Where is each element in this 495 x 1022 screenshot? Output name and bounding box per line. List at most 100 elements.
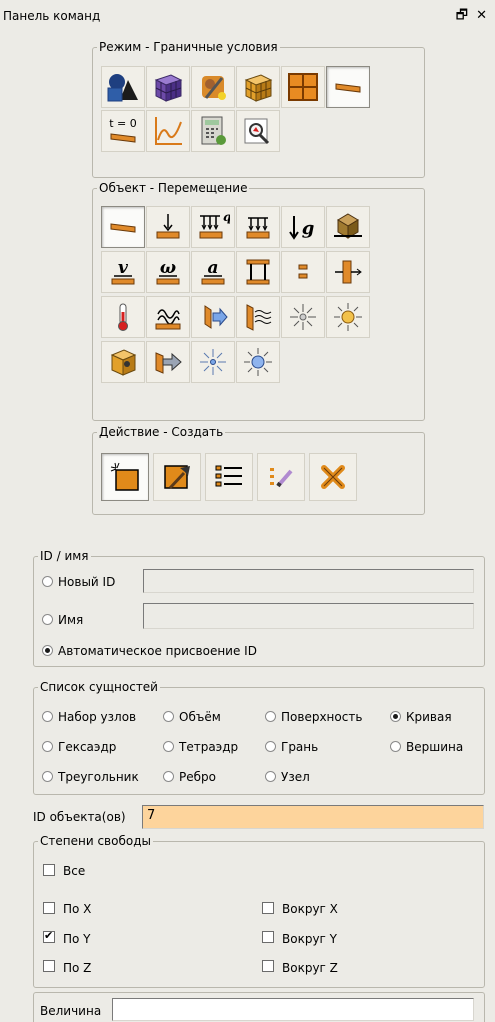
- object-centrifugal-button[interactable]: [326, 206, 370, 248]
- entity-face-radio[interactable]: [265, 741, 276, 752]
- mode-elements-button[interactable]: [236, 66, 280, 108]
- entity-volume-radio[interactable]: [163, 711, 174, 722]
- mode-group-legend: Режим - Граничные условия: [99, 40, 278, 54]
- object-heat-flux-button[interactable]: [191, 296, 235, 338]
- auto-id-label: Автоматическое присвоение ID: [58, 644, 257, 658]
- mode-material-button[interactable]: [191, 66, 235, 108]
- mode-grid-button[interactable]: [281, 66, 325, 108]
- entity-curve-radio[interactable]: [390, 711, 401, 722]
- name-field[interactable]: [143, 603, 474, 629]
- object-acceleration-button[interactable]: a: [191, 251, 235, 293]
- panel-title: Панель команд: [3, 9, 101, 23]
- object-angular-velocity-button[interactable]: ω: [146, 251, 190, 293]
- entity-tet-radio[interactable]: [163, 741, 174, 752]
- magnitude-label: Величина: [40, 1004, 102, 1018]
- centrifugal-icon: [334, 213, 362, 239]
- gravity-label: g: [302, 218, 315, 239]
- dof-all-checkbox[interactable]: [43, 864, 55, 876]
- action-group-legend: Действие - Создать: [99, 425, 224, 439]
- object-constraint-button[interactable]: [236, 251, 280, 293]
- mode-graph-button[interactable]: [146, 110, 190, 152]
- object-radiation-button[interactable]: [236, 296, 280, 338]
- boundary-conditions-icon: [335, 83, 361, 93]
- new-id-field[interactable]: [143, 569, 474, 593]
- dof-rot-z-checkbox[interactable]: [262, 960, 274, 972]
- entity-hex-radio[interactable]: [42, 741, 53, 752]
- acceleration-icon: a: [201, 258, 225, 285]
- delete-icon: [321, 465, 345, 489]
- magnitude-field[interactable]: [112, 998, 474, 1021]
- panel-window-controls[interactable]: 🗗 ✕: [456, 6, 489, 28]
- action-modify-button[interactable]: [257, 453, 305, 501]
- object-heat-source-button[interactable]: [281, 296, 325, 338]
- dof-y-label: По Y: [63, 932, 91, 946]
- temperature-icon: [118, 303, 128, 331]
- mode-geometry-button[interactable]: [101, 66, 145, 108]
- mode-initial-conditions-button[interactable]: t = 0: [101, 110, 145, 152]
- entity-edge-radio[interactable]: [163, 771, 174, 782]
- edit-icon: [164, 465, 190, 490]
- mode-mesh-button[interactable]: [146, 66, 190, 108]
- mode-boundary-conditions-button[interactable]: [326, 66, 370, 108]
- object-velocity-button[interactable]: v: [101, 251, 145, 293]
- object-point-generation-button[interactable]: [236, 341, 280, 383]
- dof-rot-x-checkbox[interactable]: [262, 902, 274, 914]
- initial-conditions-icon: t = 0: [109, 117, 137, 143]
- entity-node-label: Узел: [281, 770, 310, 784]
- entity-nodeset-radio[interactable]: [42, 711, 53, 722]
- object-pressure-button[interactable]: [236, 206, 280, 248]
- results-icon: [244, 118, 270, 145]
- entity-tet-label: Тетраэдр: [179, 740, 239, 754]
- object-surface-flux-button[interactable]: [146, 341, 190, 383]
- auto-id-radio[interactable]: [42, 645, 53, 656]
- dof-rot-y-checkbox[interactable]: [262, 931, 274, 943]
- object-volume-heat-button[interactable]: [101, 341, 145, 383]
- object-temperature-button[interactable]: [101, 296, 145, 338]
- graph-icon: [155, 117, 182, 145]
- object-distributed-load-button[interactable]: q: [191, 206, 235, 248]
- dof-y-checkbox[interactable]: [43, 929, 55, 943]
- action-edit-button[interactable]: [153, 453, 201, 501]
- dof-all-label: Все: [63, 864, 86, 878]
- object-point-source-button[interactable]: [191, 341, 235, 383]
- object-heat-generation-button[interactable]: [326, 296, 370, 338]
- convection-icon: [155, 309, 181, 330]
- object-group-legend: Объект - Перемещение: [99, 181, 248, 195]
- dof-x-checkbox[interactable]: [43, 902, 55, 914]
- point-generation-icon: [244, 348, 272, 376]
- mode-results-button[interactable]: [236, 110, 280, 152]
- object-ids-field[interactable]: 7: [142, 805, 484, 829]
- action-delete-button[interactable]: [309, 453, 357, 501]
- entity-surface-label: Поверхность: [281, 710, 363, 724]
- object-gravity-button[interactable]: g: [281, 206, 325, 248]
- heat-flux-icon: [204, 305, 228, 329]
- entity-volume-label: Объём: [179, 710, 221, 724]
- entity-node-radio[interactable]: [265, 771, 276, 782]
- object-contact-button[interactable]: [281, 251, 325, 293]
- surface-flux-icon: [155, 352, 182, 374]
- list-icon: [215, 465, 242, 487]
- dof-z-checkbox[interactable]: [43, 960, 55, 972]
- dof-rot-z-label: Вокруг Z: [282, 961, 338, 975]
- material-icon: [202, 76, 226, 100]
- entity-tri-radio[interactable]: [42, 771, 53, 782]
- name-radio[interactable]: [42, 614, 53, 625]
- object-force-button[interactable]: [146, 206, 190, 248]
- mode-calculator-button[interactable]: [191, 110, 235, 152]
- object-convection-button[interactable]: [146, 296, 190, 338]
- action-list-button[interactable]: [205, 453, 253, 501]
- new-id-radio[interactable]: [42, 576, 53, 587]
- entity-vertex-radio[interactable]: [390, 741, 401, 752]
- object-displacement-button[interactable]: [101, 206, 145, 248]
- object-bolt-button[interactable]: [326, 251, 370, 293]
- entity-list-group-legend: Список сущностей: [40, 680, 158, 694]
- action-create-button[interactable]: [101, 453, 149, 501]
- entity-edge-label: Ребро: [179, 770, 216, 784]
- modify-icon: [270, 468, 293, 488]
- gravity-icon: g: [289, 216, 315, 240]
- mesh-icon: [154, 74, 183, 102]
- object-ids-label: ID объекта(ов): [33, 810, 126, 824]
- dof-rot-x-label: Вокруг X: [282, 902, 338, 916]
- contact-icon: [298, 264, 308, 279]
- entity-surface-radio[interactable]: [265, 711, 276, 722]
